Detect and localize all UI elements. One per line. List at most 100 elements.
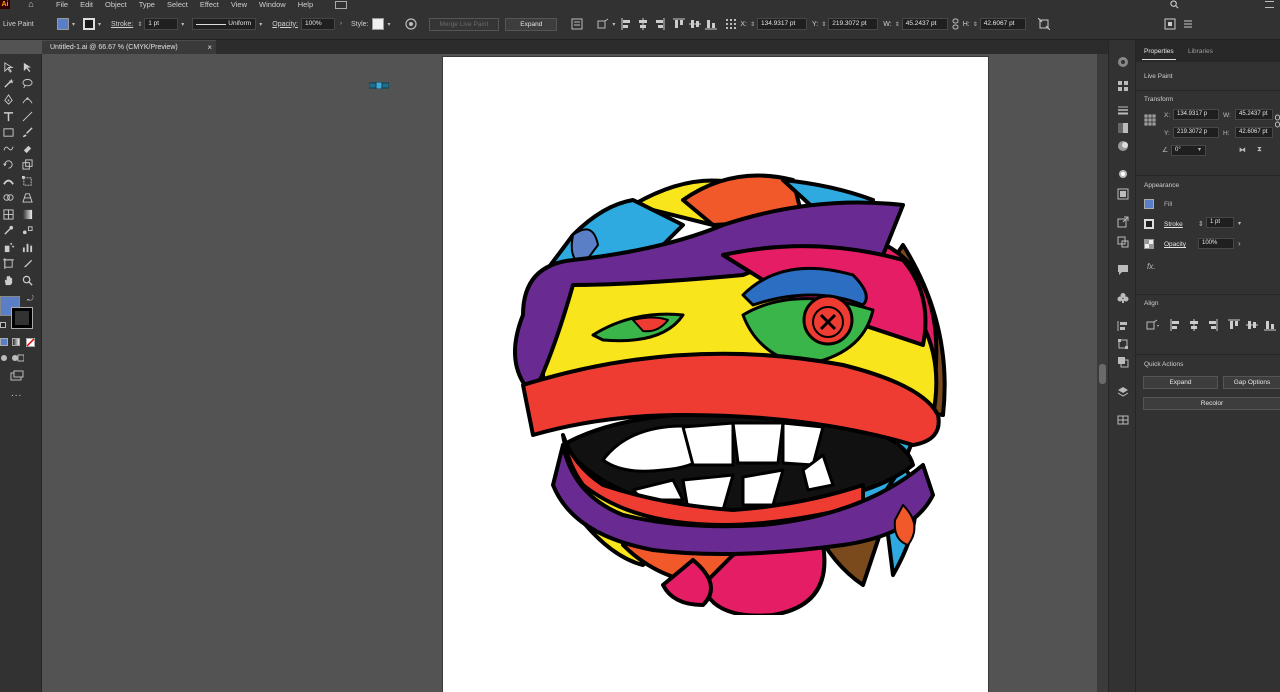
mesh-tool[interactable] <box>1 207 15 221</box>
menu-effect[interactable]: Effect <box>200 0 219 9</box>
vertical-scrollbar[interactable] <box>1097 54 1108 692</box>
reference-point-icon[interactable] <box>1144 114 1156 126</box>
appearance-opacity-label[interactable]: Opacity <box>1164 241 1186 248</box>
constrain-proportions-icon[interactable] <box>1275 114 1280 128</box>
document-tab[interactable]: Untitled-1.ai @ 66.67 % (CMYK/Preview) × <box>42 40 216 54</box>
chevron-down-icon[interactable]: ▾ <box>259 21 262 28</box>
scale-tool[interactable] <box>20 157 34 171</box>
chevron-right-icon[interactable]: › <box>340 21 342 27</box>
transform-h-input[interactable]: 42.6067 pt <box>1235 127 1273 138</box>
align-vertical-center-icon[interactable] <box>1246 319 1258 331</box>
symbol-sprayer-tool[interactable] <box>1 240 15 254</box>
width-input[interactable]: 45.2437 pt <box>901 18 948 30</box>
constrain-proportions-icon[interactable] <box>951 18 960 30</box>
x-position-input[interactable]: 134.9317 pt <box>757 18 807 30</box>
layers-icon[interactable] <box>1117 386 1129 398</box>
export-icon[interactable] <box>1117 216 1129 228</box>
hand-tool[interactable] <box>1 273 15 287</box>
screen-mode-icon[interactable] <box>10 370 24 381</box>
isolate-icon[interactable] <box>1164 18 1176 30</box>
mummy-face-artwork[interactable] <box>483 165 953 615</box>
artboards-icon[interactable] <box>1117 236 1129 248</box>
gradient-tool[interactable] <box>20 207 34 221</box>
menu-select[interactable]: Select <box>167 0 188 9</box>
chevron-down-icon[interactable]: ▾ <box>1238 220 1241 227</box>
align-right-icon[interactable] <box>1206 319 1218 331</box>
chevron-down-icon[interactable]: ▾ <box>387 21 390 28</box>
stepper-icon[interactable]: ⇕ <box>821 21 826 28</box>
align-bottom-icon[interactable] <box>705 18 718 30</box>
transform-x-input[interactable]: 134.9317 p <box>1173 109 1219 120</box>
stroke-weight-input[interactable]: 1 pt <box>144 18 179 30</box>
scrollbar-thumb[interactable] <box>1099 364 1106 384</box>
draw-normal-icon[interactable] <box>0 354 8 362</box>
magic-wand-tool[interactable] <box>1 76 15 90</box>
none-mode-icon[interactable] <box>26 338 35 347</box>
opacity-label[interactable]: Opacity: <box>272 21 298 28</box>
stepper-icon[interactable]: ⇕ <box>895 21 900 28</box>
graphic-style-swatch[interactable] <box>372 18 385 30</box>
align-left-icon[interactable] <box>1170 319 1182 331</box>
color-guide-icon[interactable] <box>1117 56 1129 68</box>
quick-expand-button[interactable]: Expand <box>1143 376 1218 389</box>
expand-button[interactable]: Expand <box>505 17 558 31</box>
chevron-down-icon[interactable]: ▾ <box>612 21 615 28</box>
stroke-swatch[interactable] <box>83 18 96 30</box>
gap-options-button[interactable]: Gap Options <box>1223 376 1280 389</box>
color-mode-icon[interactable] <box>0 338 8 346</box>
y-position-input[interactable]: 219.3072 pt <box>828 18 879 30</box>
arrange-documents-icon[interactable] <box>335 0 348 9</box>
appearance-fill-swatch[interactable] <box>1144 199 1154 209</box>
appearance-stroke-input[interactable]: 1 pt <box>1206 217 1234 228</box>
appearance-opacity-input[interactable]: 100% <box>1198 238 1234 249</box>
flip-vertical-icon[interactable]: ⧗ <box>1257 146 1262 154</box>
appearance-stroke-label[interactable]: Stroke <box>1164 221 1183 228</box>
shape-builder-tool[interactable] <box>1 190 15 204</box>
align-right-icon[interactable] <box>653 18 665 30</box>
transform-w-input[interactable]: 45.2437 pt <box>1235 109 1273 120</box>
swap-colors-icon[interactable]: ⤾ <box>27 294 34 304</box>
menu-window[interactable]: Window <box>259 0 286 9</box>
rectangle-tool[interactable] <box>1 125 15 139</box>
line-segment-tool[interactable] <box>20 109 34 123</box>
transform-panel-icon[interactable] <box>1117 338 1129 350</box>
chevron-down-icon[interactable]: ▾ <box>98 21 101 28</box>
merge-live-paint-button[interactable]: Merge Live Paint <box>428 17 500 31</box>
shaper-tool[interactable] <box>1 141 15 155</box>
tab-libraries[interactable]: Libraries <box>1188 48 1213 55</box>
eraser-tool[interactable] <box>20 141 34 155</box>
stepper-icon[interactable]: ⇕ <box>750 21 755 28</box>
pathfinder-icon[interactable] <box>1117 356 1129 368</box>
align-top-icon[interactable] <box>1228 319 1240 331</box>
stepper-icon[interactable]: ⇕ <box>973 21 978 28</box>
libraries-icon[interactable] <box>1117 414 1129 426</box>
align-bottom-icon[interactable] <box>1264 319 1276 331</box>
graphic-styles-icon[interactable] <box>1117 188 1129 200</box>
symbols-icon[interactable] <box>1117 292 1129 304</box>
effects-icon[interactable]: fx. <box>1147 262 1155 271</box>
menu-type[interactable]: Type <box>139 0 155 9</box>
document-setup-icon[interactable] <box>571 18 583 30</box>
home-icon[interactable]: ⌂ <box>24 0 38 9</box>
close-icon[interactable]: × <box>207 41 212 54</box>
slice-tool[interactable] <box>20 256 34 270</box>
flip-horizontal-icon[interactable]: ⧓ <box>1239 146 1246 154</box>
align-panel-icon[interactable] <box>1117 320 1129 332</box>
free-transform-tool[interactable] <box>20 174 34 188</box>
comments-icon[interactable] <box>1117 264 1129 276</box>
rotate-tool[interactable] <box>1 157 15 171</box>
align-top-icon[interactable] <box>673 18 686 30</box>
stroke-color-swatch[interactable] <box>11 307 33 329</box>
blend-tool[interactable] <box>20 223 34 237</box>
opacity-checker-icon[interactable] <box>1144 239 1154 249</box>
menu-object[interactable]: Object <box>105 0 127 9</box>
gradient-panel-icon[interactable] <box>1117 122 1129 134</box>
transform-y-input[interactable]: 219.3072 p <box>1173 127 1219 138</box>
chevron-down-icon[interactable]: ▾ <box>181 21 184 28</box>
recolor-button[interactable]: Recolor <box>1143 397 1280 410</box>
edit-toolbar-icon[interactable]: ... <box>11 388 22 399</box>
workspace-menu-icon[interactable] <box>1265 1 1274 8</box>
artboard-ruler-origin-icon[interactable] <box>369 82 389 89</box>
stepper-icon[interactable]: ⇕ <box>1198 220 1204 228</box>
chevron-right-icon[interactable]: › <box>1238 239 1241 248</box>
